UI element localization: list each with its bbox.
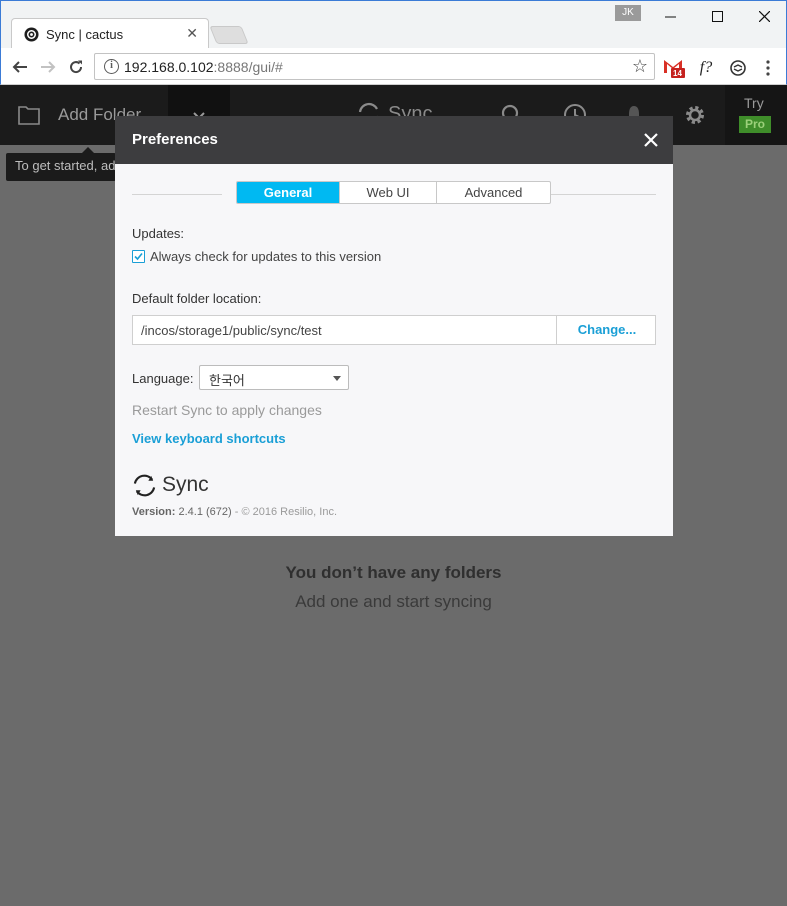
language-value: 한국어 — [209, 373, 245, 388]
sync-favicon-icon — [24, 27, 39, 42]
browser-toolbar: i 192.168.0.102:8888/gui/# ☆ 14 f? — [0, 48, 787, 85]
browser-tabstrip: Sync | cactus ✕ JK — [0, 0, 787, 49]
back-button[interactable] — [9, 56, 31, 78]
divider — [551, 194, 656, 195]
browser-tab[interactable]: Sync | cactus ✕ — [11, 18, 209, 49]
gmail-count: 14 — [673, 69, 682, 78]
keyboard-shortcuts-link[interactable]: View keyboard shortcuts — [132, 431, 286, 446]
forward-button[interactable] — [37, 56, 59, 78]
updates-label: Updates: — [132, 226, 185, 241]
maximize-button[interactable] — [694, 3, 740, 29]
tab-web-ui[interactable]: Web UI — [340, 182, 437, 203]
reload-icon — [70, 60, 83, 74]
minimize-button[interactable] — [647, 3, 693, 29]
version-info: Version: 2.4.1 (672) - © 2016 Resilio, I… — [132, 506, 337, 518]
sync-logo-icon — [133, 474, 156, 497]
restart-note: Restart Sync to apply changes — [132, 402, 322, 418]
close-window-icon — [758, 10, 770, 22]
tab-advanced[interactable]: Advanced — [437, 182, 550, 203]
browser-menu-button[interactable] — [761, 57, 775, 79]
folder-location-input[interactable] — [133, 316, 557, 344]
tab-general[interactable]: General — [237, 182, 340, 203]
auto-update-label[interactable]: Always check for updates to this version — [150, 249, 381, 264]
address-url: 192.168.0.102:8888/gui/# — [124, 59, 283, 75]
new-tab-button[interactable] — [209, 26, 249, 44]
checkmark-icon — [134, 252, 143, 261]
folder-icon — [18, 106, 40, 125]
empty-state-title: You don’t have any folders — [285, 563, 502, 582]
preferences-tabs: General Web UI Advanced — [236, 181, 551, 204]
preferences-dialog: Preferences General Web UI Advanced Upda… — [115, 116, 673, 536]
change-folder-button[interactable]: Change... — [558, 316, 656, 344]
profile-badge[interactable]: JK — [615, 5, 641, 21]
empty-state-subtitle: Add one and start syncing — [295, 592, 492, 611]
dialog-title: Preferences — [132, 131, 218, 148]
brand-text: Sync — [162, 473, 209, 496]
back-arrow-icon — [12, 61, 27, 73]
language-select[interactable]: 한국어 — [199, 365, 349, 390]
settings-gear-icon[interactable] — [683, 103, 707, 127]
folder-location-label: Default folder location: — [132, 291, 262, 306]
minimize-icon — [664, 16, 676, 17]
language-label: Language: — [132, 371, 194, 386]
address-bar[interactable]: i 192.168.0.102:8888/gui/# ☆ — [94, 53, 655, 80]
forward-arrow-icon — [41, 61, 56, 73]
dialog-header: Preferences — [115, 116, 673, 164]
auto-update-checkbox[interactable] — [132, 250, 145, 263]
gmail-extension-button[interactable]: 14 — [663, 57, 687, 79]
sync-extension-button[interactable] — [727, 57, 749, 79]
reload-button[interactable] — [65, 56, 87, 78]
close-window-button[interactable] — [741, 3, 787, 29]
tab-close-icon[interactable]: ✕ — [186, 25, 198, 42]
try-label: Try — [744, 95, 764, 111]
tab-title: Sync | cactus — [46, 27, 124, 42]
pro-badge: Pro — [739, 116, 771, 133]
font-extension-icon[interactable]: f? — [695, 57, 717, 79]
divider — [132, 194, 222, 195]
sync-extension-icon — [730, 60, 746, 76]
folder-location-field: Change... — [132, 315, 656, 345]
kebab-menu-icon — [766, 60, 770, 76]
get-started-tooltip: To get started, ad — [6, 153, 116, 181]
site-info-icon[interactable]: i — [104, 59, 119, 74]
maximize-icon — [711, 10, 723, 22]
close-icon[interactable] — [641, 130, 661, 150]
bookmark-star-icon[interactable]: ☆ — [632, 56, 648, 77]
caret-down-icon — [333, 376, 341, 381]
try-pro-button[interactable]: Try Pro — [725, 85, 787, 145]
